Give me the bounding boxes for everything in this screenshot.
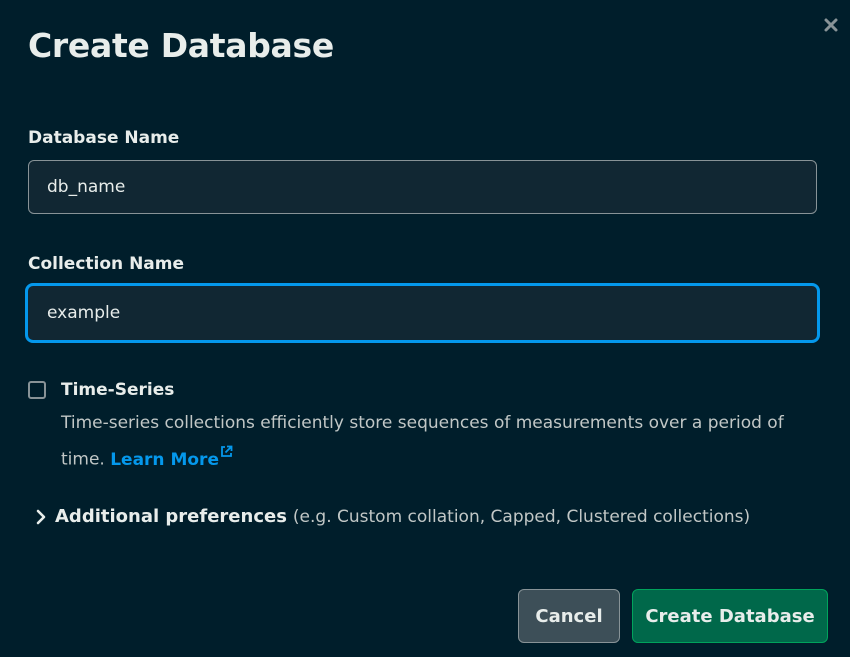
database-name-input[interactable] [28,160,817,214]
close-button[interactable] [820,14,842,36]
create-database-modal: Create Database Database Name Collection… [0,0,850,657]
time-series-checkbox[interactable] [28,381,46,399]
additional-preferences-label: Additional preferences [55,506,287,527]
external-link-icon [220,438,233,468]
chevron-right-icon [32,508,50,526]
collection-name-input[interactable] [25,283,820,343]
collection-name-label: Collection Name [28,254,185,274]
create-database-button[interactable]: Create Database [632,589,828,643]
database-name-label: Database Name [28,128,180,148]
cancel-button[interactable]: Cancel [518,589,620,643]
time-series-description: Time-series collections efficiently stor… [61,408,831,475]
learn-more-link[interactable]: Learn More [110,445,233,470]
learn-more-label: Learn More [110,449,219,470]
additional-preferences-toggle[interactable]: Additional preferences (e.g. Custom coll… [32,506,750,527]
additional-preferences-hint: (e.g. Custom collation, Capped, Clustere… [292,506,751,527]
time-series-label: Time-Series [61,380,175,400]
close-icon [824,18,838,32]
dialog-title: Create Database [28,26,334,65]
